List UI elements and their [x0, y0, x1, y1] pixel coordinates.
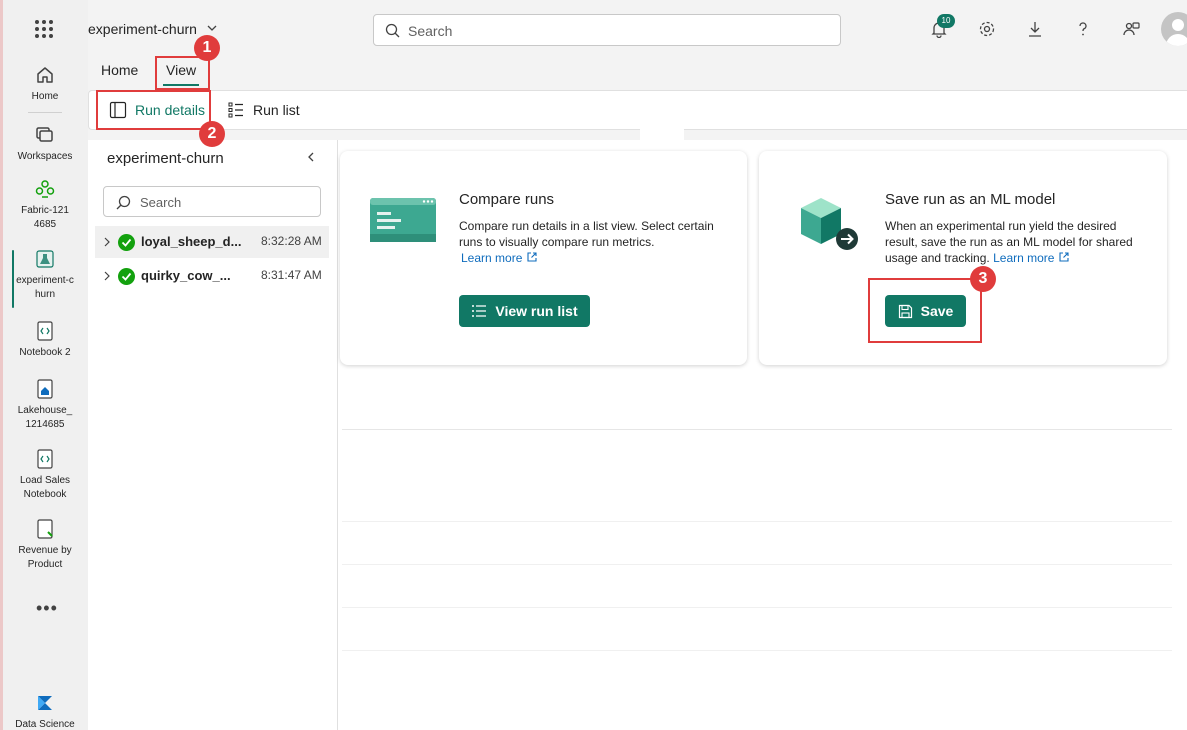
- workspace-name[interactable]: experiment-churn: [88, 21, 197, 37]
- rail-item-lakehouse[interactable]: Lakehouse_1214685: [4, 378, 86, 432]
- workspace-group-icon: [35, 180, 55, 198]
- annotation-marker-1: 1: [194, 35, 220, 61]
- success-check-icon: [118, 234, 135, 251]
- more-items-icon[interactable]: •••: [36, 598, 58, 619]
- help-icon[interactable]: [1074, 20, 1092, 38]
- compare-runs-title: Compare runs: [459, 191, 555, 208]
- ribbon-notch: [640, 128, 684, 142]
- left-rail: Home Workspaces Fabric-1214685 experimen…: [0, 0, 88, 730]
- rail-item-label: Load Sales Notebook: [19, 475, 71, 500]
- runs-panel: experiment-churn Search loyal_sheep_d...…: [88, 140, 338, 730]
- external-link-icon: [1059, 252, 1069, 262]
- search-icon: [116, 195, 131, 210]
- notebook-icon: [37, 321, 53, 341]
- run-name: quirky_cow_...: [141, 268, 231, 283]
- rail-item-label: experiment-churn: [16, 275, 74, 300]
- annotation-marker-3: 3: [970, 266, 996, 292]
- search-icon: [385, 23, 400, 38]
- panel-title: experiment-churn: [107, 150, 224, 167]
- rail-item-label: Lakehouse_1214685: [17, 405, 73, 430]
- compare-runs-card: Compare runs Compare run details in a li…: [340, 151, 747, 365]
- workspaces-icon: [36, 127, 53, 142]
- run-name: loyal_sheep_d...: [141, 234, 242, 249]
- runs-search-placeholder: Search: [140, 195, 182, 210]
- chevron-left-icon[interactable]: [304, 150, 318, 164]
- compare-runs-illustration-icon: [370, 198, 436, 242]
- rail-item-home[interactable]: Home: [4, 64, 86, 104]
- rail-item-experiment-churn[interactable]: experiment-churn: [4, 248, 86, 308]
- data-science-icon: [38, 696, 52, 710]
- tab-home[interactable]: Home: [101, 62, 138, 78]
- annotation-box-save: [868, 278, 982, 343]
- compare-runs-description: Compare run details in a list view. Sele…: [459, 218, 721, 266]
- annotation-marker-2: 2: [199, 121, 225, 147]
- run-list-button[interactable]: Run list: [227, 101, 300, 119]
- annotation-box-view-tab: [155, 56, 210, 90]
- person-icon: [1166, 19, 1187, 46]
- report-icon: [37, 519, 53, 539]
- rail-item-notebook-2[interactable]: Notebook 2: [4, 320, 86, 360]
- search-placeholder: Search: [408, 23, 453, 39]
- home-icon: [37, 67, 53, 83]
- divider: [342, 607, 1172, 608]
- divider: [342, 429, 1172, 430]
- view-run-list-label: View run list: [495, 303, 578, 319]
- app-launcher-icon[interactable]: [35, 20, 53, 38]
- rail-item-label: Fabric-1214685: [21, 205, 69, 230]
- rail-item-revenue-by-product[interactable]: Revenue by Product: [4, 518, 86, 572]
- global-search[interactable]: Search: [373, 14, 841, 46]
- gear-icon[interactable]: [978, 20, 996, 38]
- compare-learn-more-link[interactable]: Learn more: [461, 251, 538, 265]
- chevron-down-icon[interactable]: [206, 22, 218, 34]
- rail-item-workspaces[interactable]: Workspaces: [4, 124, 86, 164]
- compare-runs-text: Compare run details in a list view. Sele…: [459, 219, 714, 249]
- rail-item-label: Notebook 2: [19, 347, 71, 358]
- ribbon: Run details Run list: [88, 90, 1187, 130]
- run-row-quirky-cow[interactable]: quirky_cow_... 8:31:47 AM: [95, 260, 329, 292]
- avatar[interactable]: [1161, 12, 1187, 46]
- run-time: 8:31:47 AM: [261, 268, 322, 282]
- rail-divider: [28, 112, 62, 113]
- experiment-flask-icon: [36, 250, 54, 268]
- save-model-title: Save run as an ML model: [885, 191, 1056, 208]
- divider: [342, 564, 1172, 565]
- run-list-label: Run list: [253, 102, 300, 118]
- learn-more-label: Learn more: [461, 251, 523, 265]
- notebook-icon: [37, 449, 53, 469]
- lakehouse-icon: [37, 379, 53, 399]
- run-row-loyal-sheep[interactable]: loyal_sheep_d... 8:32:28 AM: [95, 226, 329, 258]
- runs-search-input[interactable]: Search: [103, 186, 321, 217]
- run-time: 8:32:28 AM: [261, 234, 322, 248]
- external-link-icon: [527, 252, 537, 262]
- rail-item-load-sales-notebook[interactable]: Load Sales Notebook: [4, 448, 86, 502]
- chevron-right-icon[interactable]: [103, 271, 111, 281]
- rail-item-data-science[interactable]: Data Science: [4, 692, 86, 730]
- annotation-box-run-details: [96, 90, 211, 130]
- list-icon: [472, 305, 487, 317]
- rail-item-label: Revenue by Product: [18, 545, 72, 570]
- download-icon[interactable]: [1026, 20, 1044, 38]
- divider: [342, 521, 1172, 522]
- save-model-description: When an experimental run yield the desir…: [885, 218, 1147, 266]
- learn-more-label: Learn more: [993, 251, 1055, 265]
- ml-model-cube-icon: [801, 198, 858, 250]
- top-bar: experiment-churn Search 10: [88, 0, 1187, 58]
- rail-edge: [0, 0, 3, 730]
- share-feedback-icon[interactable]: [1122, 20, 1140, 38]
- rail-item-label: Home: [31, 91, 59, 102]
- notification-badge: 10: [937, 14, 955, 28]
- rail-item-label: Data Science: [15, 719, 75, 730]
- rail-item-fabric-workspace[interactable]: Fabric-1214685: [4, 178, 86, 232]
- success-check-icon: [118, 268, 135, 285]
- divider: [342, 650, 1172, 651]
- view-run-list-button[interactable]: View run list: [459, 295, 590, 327]
- list-icon: [228, 102, 243, 118]
- save-learn-more-link[interactable]: Learn more: [993, 251, 1070, 265]
- rail-item-label: Workspaces: [17, 151, 73, 162]
- chevron-right-icon[interactable]: [103, 237, 111, 247]
